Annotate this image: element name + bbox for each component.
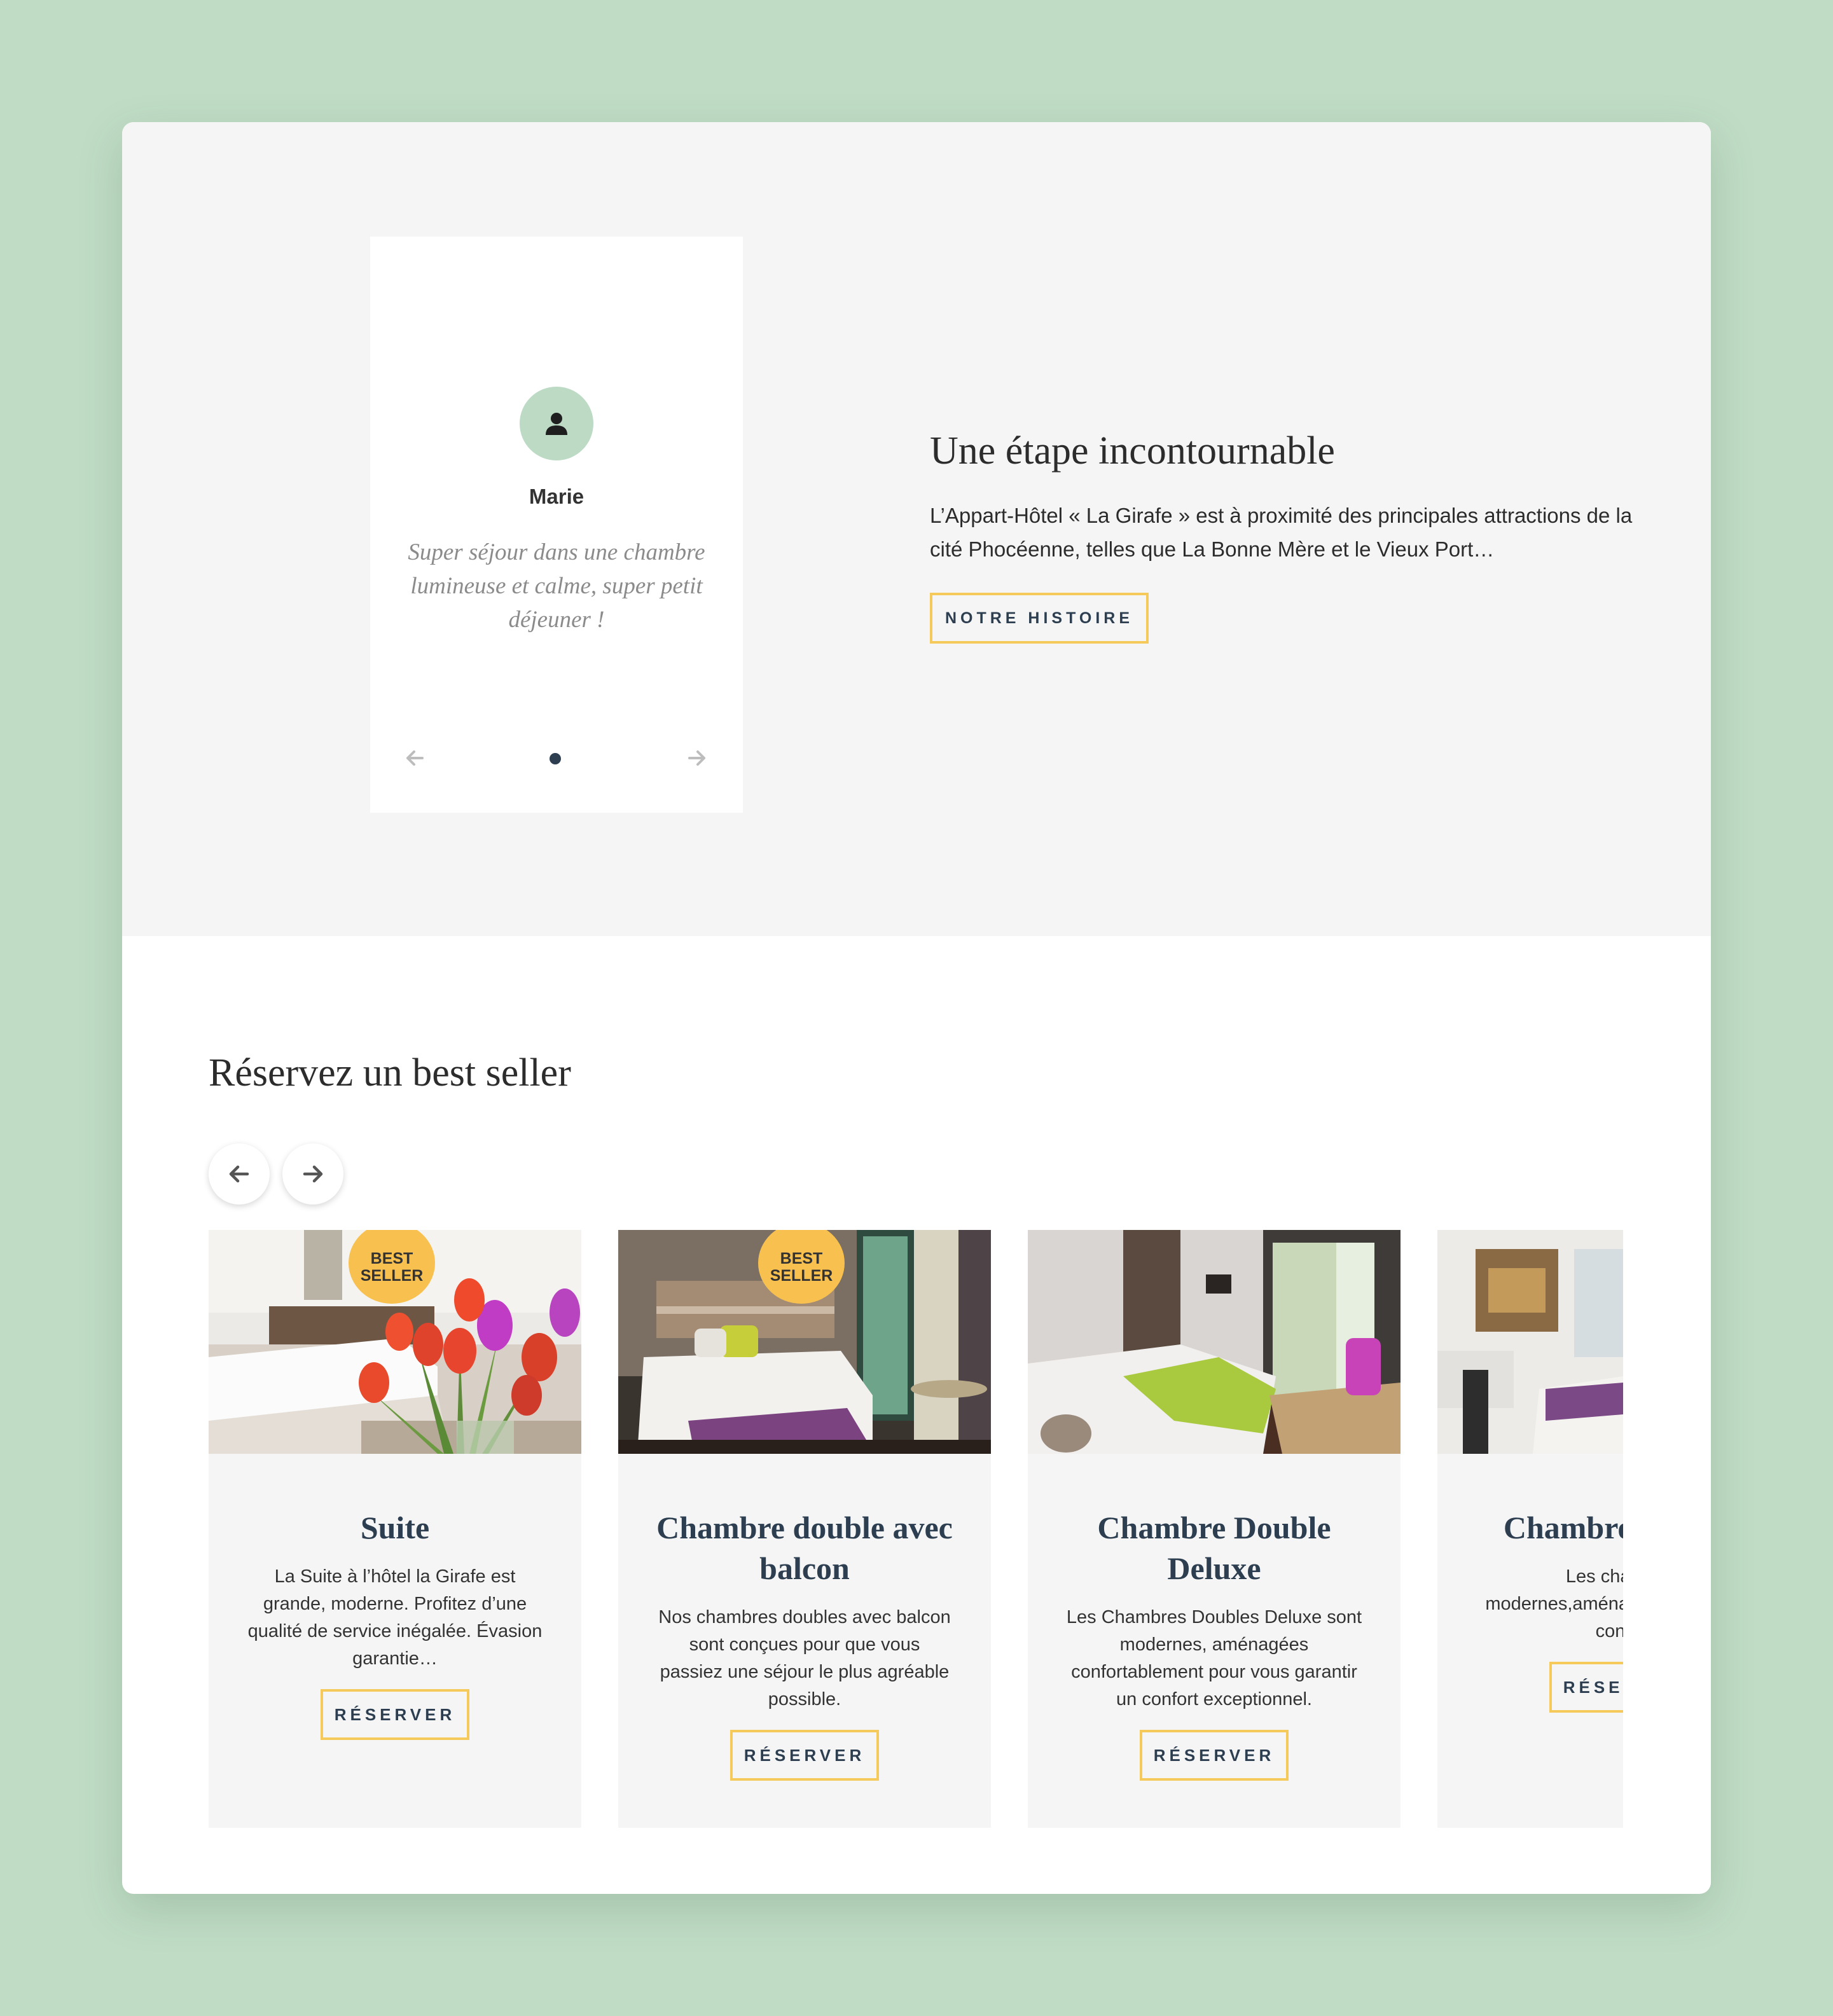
arrow-left-icon	[229, 1165, 249, 1183]
room-photo	[1028, 1230, 1401, 1454]
card-description: La Suite à l’hôtel la Girafe est grande,…	[247, 1566, 543, 1669]
testimonial-quote: Super séjour dans une chambre lumineuse …	[408, 539, 705, 633]
best-seller-badge-line1: BEST	[370, 1250, 413, 1267]
reserver-button[interactable]: RÉSERVER	[730, 1730, 879, 1781]
card-body: Chambre Double Deluxe Les Chambres Doubl…	[1028, 1454, 1401, 1781]
room-card-studio[interactable]: Chambre (studio) Les chambres modernes,a…	[1437, 1230, 1623, 1828]
user-icon	[546, 413, 567, 435]
reserver-button[interactable]: RÉSERVER	[321, 1689, 469, 1740]
arrow-right-icon	[688, 750, 705, 766]
intro-text: L’Appart-Hôtel « La Girafe » est à proxi…	[930, 504, 1633, 561]
notre-histoire-button[interactable]: NOTRE HISTOIRE	[930, 593, 1149, 644]
card-title: Suite	[360, 1510, 430, 1545]
user-avatar	[520, 387, 593, 460]
card-body: Suite La Suite à l’hôtel la Girafe est g…	[209, 1454, 581, 1740]
carousel-prev-button[interactable]	[209, 1143, 270, 1205]
testimonial-card: Marie Super séjour dans une chambre lumi…	[370, 237, 743, 813]
bestseller-carousel: BEST SELLER Suite La Suite à l’hôtel la …	[209, 1230, 1711, 1828]
intro-section: Marie Super séjour dans une chambre lumi…	[122, 122, 1711, 936]
page-frame: Marie Super séjour dans une chambre lumi…	[122, 122, 1711, 1894]
best-seller-badge-line2: SELLER	[360, 1267, 424, 1285]
carousel-next-button[interactable]	[282, 1143, 343, 1205]
card-title: Chambre (studio)	[1503, 1510, 1623, 1545]
best-seller-badge-line2: SELLER	[770, 1267, 833, 1285]
intro-title: Une étape incontournable	[930, 429, 1335, 473]
arrow-right-icon	[303, 1165, 323, 1183]
card-body: Chambre (studio) Les chambres modernes,a…	[1437, 1454, 1623, 1713]
card-description: Les chambres modernes,aménagées garantir…	[1485, 1566, 1623, 1641]
room-photo	[1437, 1230, 1623, 1454]
testimonial-pagination-dot[interactable]	[550, 753, 561, 764]
card-title: Chambre Double Deluxe	[1097, 1510, 1331, 1586]
carousel-clip: Chambre (studio) Les chambres modernes,a…	[1437, 1230, 1623, 1828]
testimonial-author: Marie	[529, 485, 584, 508]
bestsellers-title: Réservez un best seller	[209, 1051, 571, 1094]
card-description: Nos chambres doubles avec balcon sont co…	[658, 1607, 951, 1709]
reserver-button[interactable]: RÉSERVER	[1140, 1730, 1289, 1781]
card-body: Chambre double avec balcon Nos chambres …	[618, 1454, 991, 1781]
room-card-suite[interactable]: BEST SELLER Suite La Suite à l’hôtel la …	[209, 1230, 581, 1828]
testimonial-next-button[interactable]	[682, 743, 712, 773]
room-card-double-balcon[interactable]: BEST SELLER Chambre double avec balcon N…	[618, 1230, 991, 1828]
card-description: Les Chambres Doubles Deluxe sont moderne…	[1066, 1607, 1362, 1709]
testimonial-prev-button[interactable]	[399, 743, 430, 773]
arrow-left-icon	[406, 750, 424, 766]
best-seller-badge-line1: BEST	[780, 1250, 823, 1267]
card-title: Chambre double avec balcon	[656, 1510, 953, 1586]
reserver-button[interactable]: RÉSERVER	[1549, 1662, 1623, 1713]
room-card-double-deluxe[interactable]: Chambre Double Deluxe Les Chambres Doubl…	[1028, 1230, 1401, 1828]
